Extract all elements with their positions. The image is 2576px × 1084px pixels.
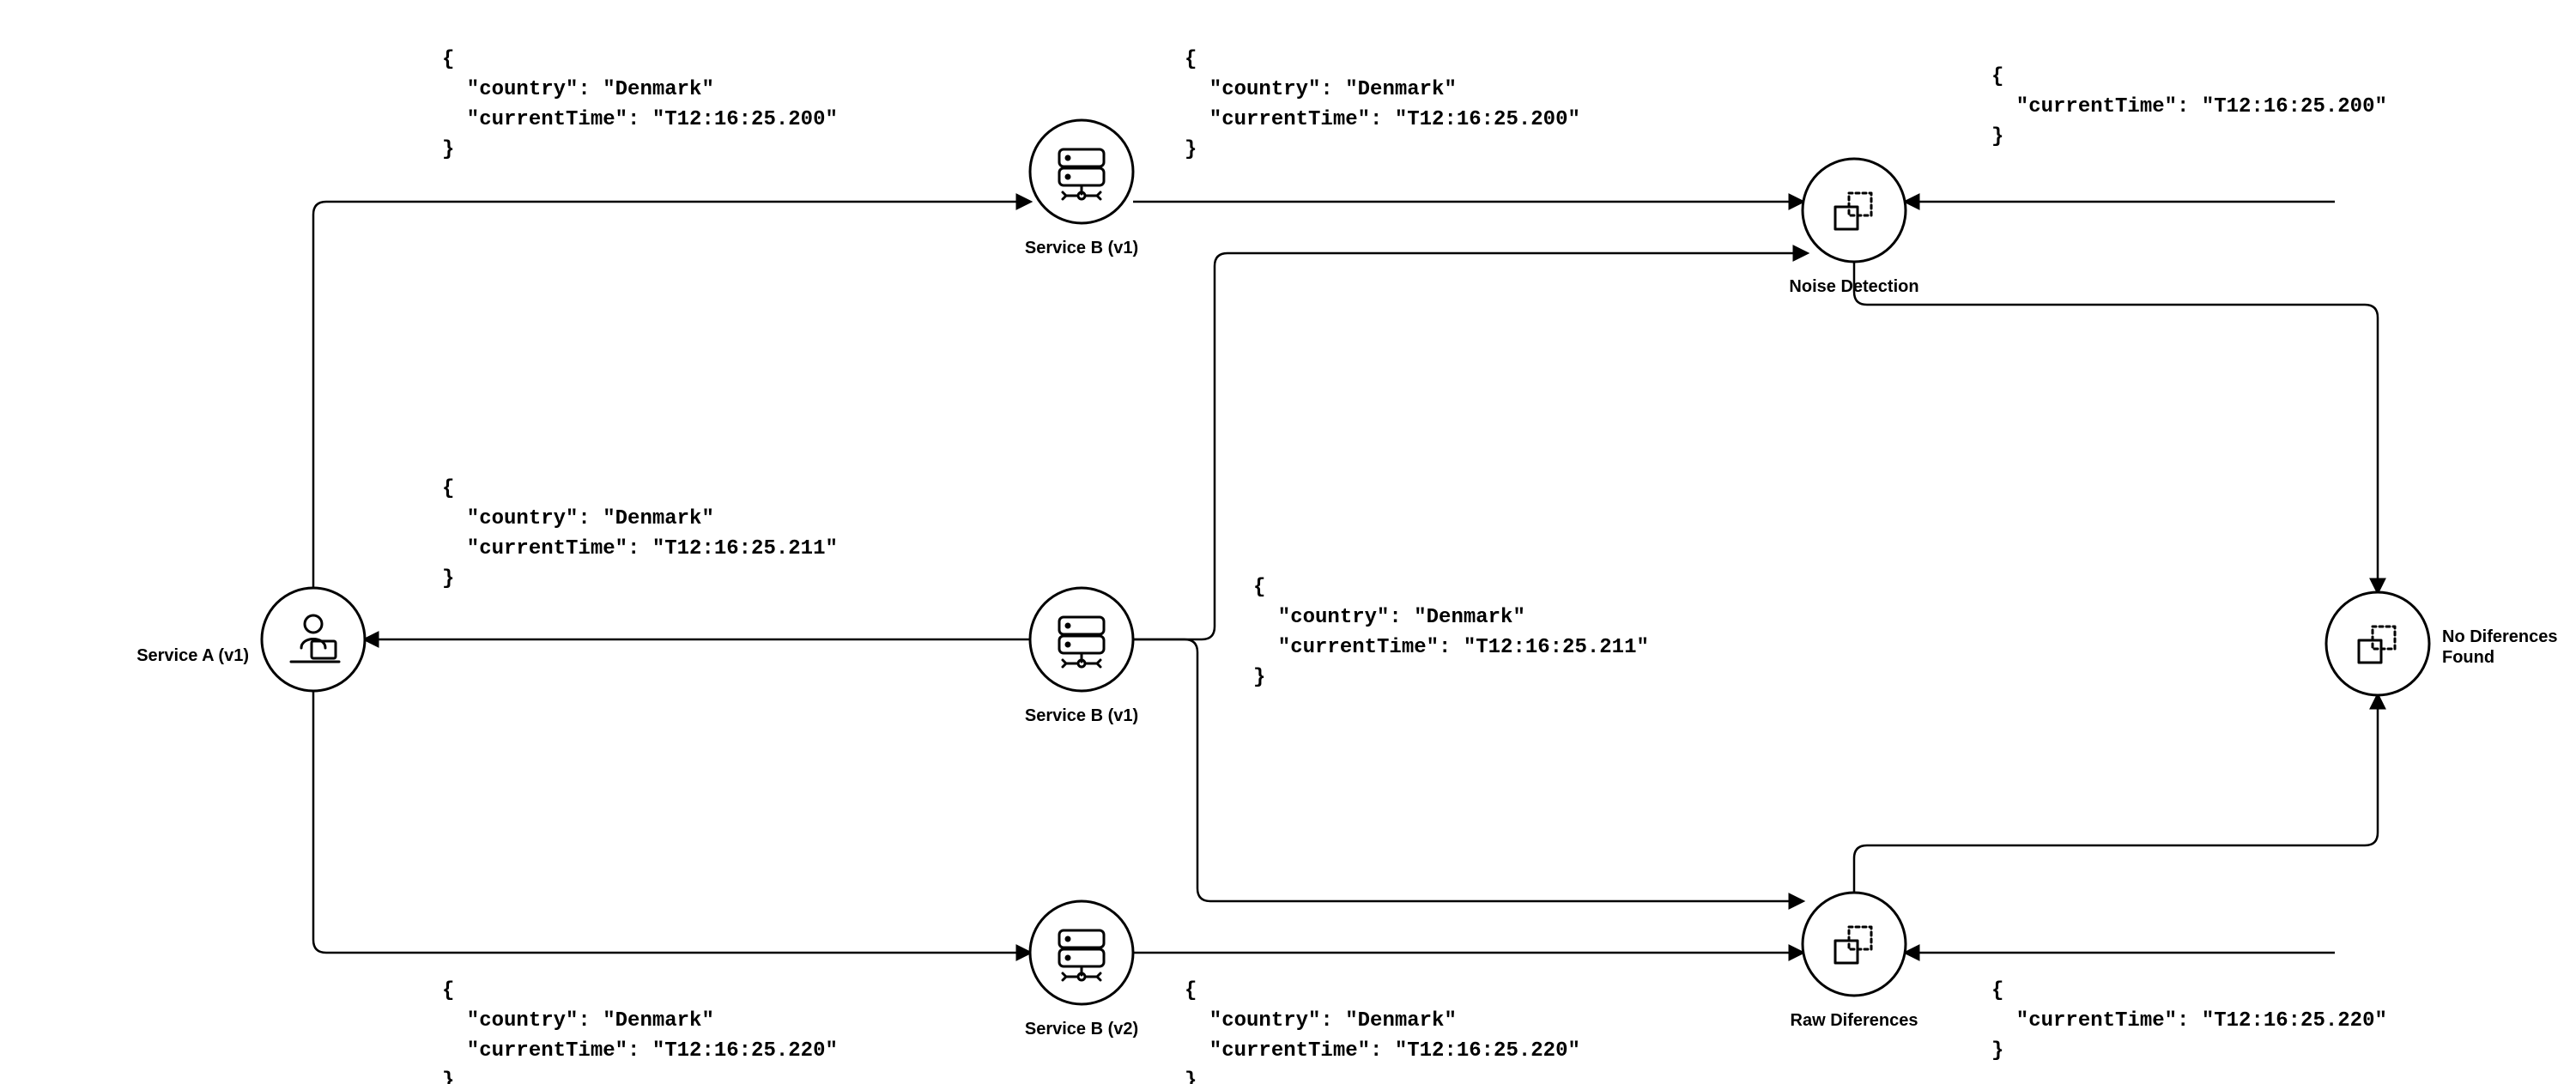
node-label: Service B (v1) xyxy=(1025,706,1138,725)
svg-text:{: { xyxy=(1991,65,2003,88)
node-label-line1: No Diferences xyxy=(2442,627,2558,646)
svg-text:}: } xyxy=(442,138,454,161)
svg-text:"country": "Denmark": "country": "Denmark" xyxy=(1253,606,1525,629)
payload-mid-left: { "country": "Denmark" "currentTime": "T… xyxy=(442,477,838,590)
payload-mid-mid: { "country": "Denmark" "currentTime": "T… xyxy=(1253,576,1649,689)
node-service-b-v1-mid: Service B (v1) xyxy=(1025,588,1138,725)
svg-text:{: { xyxy=(442,477,454,500)
svg-text:"currentTime": "T12:16:25.200": "currentTime": "T12:16:25.200" xyxy=(1185,108,1580,131)
svg-text:"country": "Denmark": "country": "Denmark" xyxy=(442,1009,714,1033)
payload-bot-mid: { "country": "Denmark" "currentTime": "T… xyxy=(1185,979,1580,1084)
svg-text:{: { xyxy=(1253,576,1265,599)
svg-text:{: { xyxy=(1991,979,2003,1002)
payload-bot-right: { "currentTime": "T12:16:25.220" } xyxy=(1991,979,2387,1063)
svg-text:"currentTime": "T12:16:25.200": "currentTime": "T12:16:25.200" xyxy=(442,108,838,131)
svg-text:"country": "Denmark": "country": "Denmark" xyxy=(442,78,714,101)
svg-text:{: { xyxy=(442,979,454,1002)
node-service-b-v1-top: Service B (v1) xyxy=(1025,120,1138,257)
svg-text:}: } xyxy=(1991,1039,2003,1063)
node-label-line2: Found xyxy=(2442,648,2494,667)
node-label: Service B (v2) xyxy=(1025,1020,1138,1039)
svg-text:"country": "Denmark": "country": "Denmark" xyxy=(1185,78,1457,101)
svg-text:"currentTime": "T12:16:25.220": "currentTime": "T12:16:25.220" xyxy=(1185,1039,1580,1063)
svg-text:"currentTime": "T12:16:25.211": "currentTime": "T12:16:25.211" xyxy=(1253,636,1649,659)
svg-text:}: } xyxy=(1185,138,1197,161)
svg-text:"currentTime": "T12:16:25.200": "currentTime": "T12:16:25.200" xyxy=(1991,95,2387,118)
svg-text:}: } xyxy=(1253,666,1265,689)
node-no-differences: No Diferences Found xyxy=(2326,592,2558,695)
svg-text:}: } xyxy=(442,567,454,590)
edges xyxy=(313,202,2378,953)
svg-text:{: { xyxy=(1185,979,1197,1002)
svg-text:}: } xyxy=(1991,125,2003,148)
node-service-a: Service A (v1) xyxy=(136,588,365,691)
node-label: Service B (v1) xyxy=(1025,239,1138,257)
svg-text:}: } xyxy=(442,1069,454,1084)
payload-top-right: { "currentTime": "T12:16:25.200" } xyxy=(1991,65,2387,148)
payload-top-left: { "country": "Denmark" "currentTime": "T… xyxy=(442,48,838,161)
svg-text:"country": "Denmark": "country": "Denmark" xyxy=(442,507,714,530)
svg-text:"currentTime": "T12:16:25.211": "currentTime": "T12:16:25.211" xyxy=(442,537,838,560)
svg-text:"currentTime": "T12:16:25.220": "currentTime": "T12:16:25.220" xyxy=(1991,1009,2387,1033)
node-service-b-v2: Service B (v2) xyxy=(1025,901,1138,1039)
svg-text:{: { xyxy=(442,48,454,71)
node-label: Noise Detection xyxy=(1789,277,1918,296)
node-label: Raw Diferences xyxy=(1791,1011,1918,1030)
svg-text:"currentTime": "T12:16:25.220": "currentTime": "T12:16:25.220" xyxy=(442,1039,838,1063)
node-raw-differences: Raw Diferences xyxy=(1791,893,1918,1030)
node-label: Service A (v1) xyxy=(136,646,249,665)
payload-bot-left: { "country": "Denmark" "currentTime": "T… xyxy=(442,979,838,1084)
payload-top-mid: { "country": "Denmark" "currentTime": "T… xyxy=(1185,48,1580,161)
svg-text:{: { xyxy=(1185,48,1197,71)
svg-text:"country": "Denmark": "country": "Denmark" xyxy=(1185,1009,1457,1033)
svg-text:}: } xyxy=(1185,1069,1197,1084)
